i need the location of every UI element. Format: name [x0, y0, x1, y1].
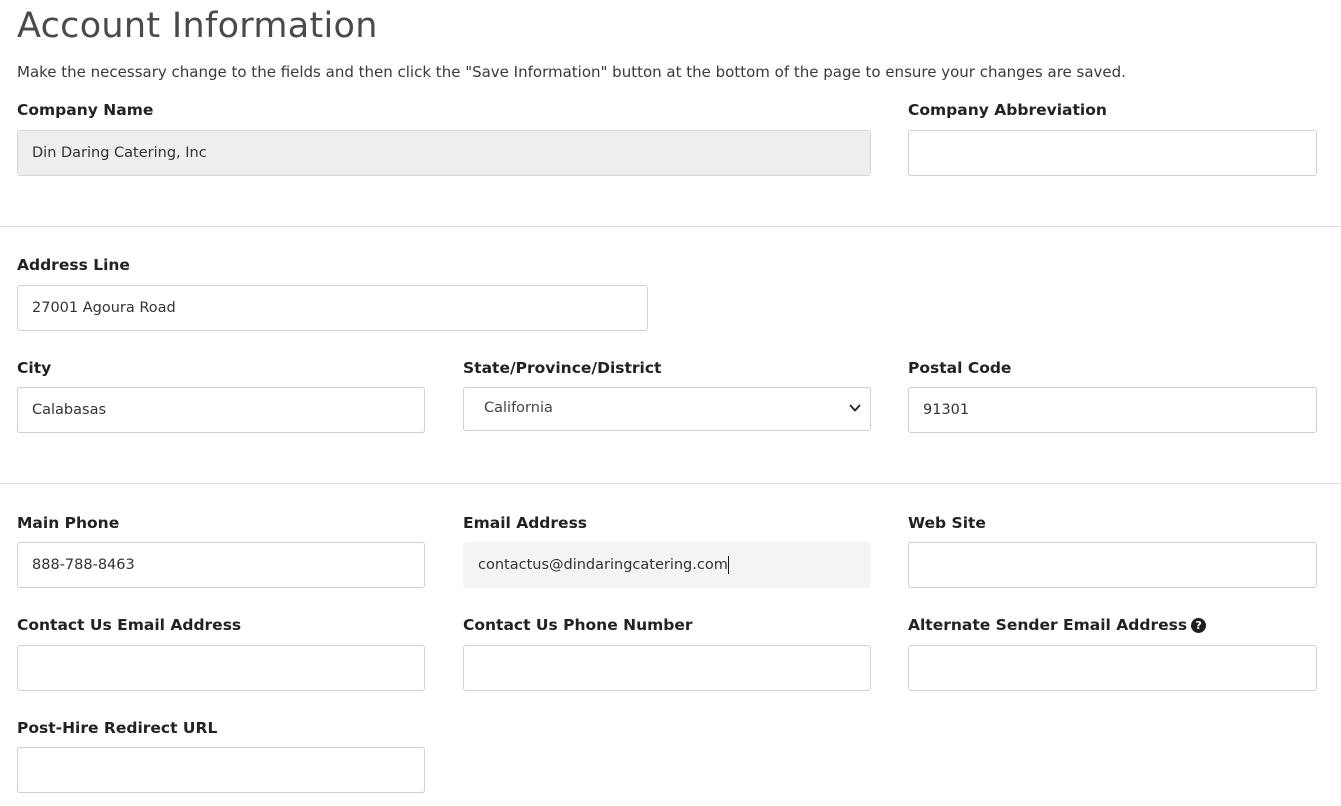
- question-circle-icon[interactable]: ?: [1191, 618, 1207, 633]
- alternate-sender-email-field[interactable]: [908, 645, 1317, 691]
- contact-us-email-field[interactable]: [17, 645, 425, 691]
- company-name-label: Company Name: [17, 101, 154, 119]
- chevron-down-icon: [849, 404, 861, 412]
- postal-code-label: Postal Code: [908, 359, 1012, 377]
- company-abbreviation-label: Company Abbreviation: [908, 101, 1107, 119]
- address-line-field[interactable]: [17, 285, 648, 331]
- main-phone-label: Main Phone: [17, 514, 120, 532]
- intro-text: Make the necessary change to the fields …: [17, 63, 1126, 81]
- email-address-label: Email Address: [463, 514, 588, 532]
- contact-us-phone-field[interactable]: [463, 645, 871, 691]
- address-line-label: Address Line: [17, 256, 130, 274]
- state-label: State/Province/District: [463, 359, 662, 377]
- email-address-field[interactable]: contactus@dindaringcatering.com: [463, 542, 871, 588]
- postal-code-field[interactable]: [908, 387, 1317, 433]
- section-divider: [0, 226, 1341, 227]
- text-cursor: [727, 556, 729, 574]
- city-label: City: [17, 359, 52, 377]
- website-field[interactable]: [908, 542, 1317, 588]
- email-address-value: contactus@dindaringcatering.com: [478, 557, 728, 573]
- state-select-value: California: [484, 400, 553, 416]
- contact-us-phone-label: Contact Us Phone Number: [463, 616, 693, 634]
- post-hire-redirect-label: Post-Hire Redirect URL: [17, 719, 218, 737]
- alternate-sender-email-label: Alternate Sender Email Address?: [908, 615, 1207, 635]
- page-title: Account Information: [17, 6, 378, 46]
- company-name-field[interactable]: [17, 130, 871, 176]
- section-divider: [0, 483, 1341, 484]
- post-hire-redirect-field[interactable]: [17, 747, 425, 793]
- main-phone-field[interactable]: [17, 542, 425, 588]
- alternate-sender-email-label-text: Alternate Sender Email Address: [908, 616, 1188, 634]
- contact-us-email-label: Contact Us Email Address: [17, 616, 242, 634]
- city-field[interactable]: [17, 387, 425, 433]
- company-abbreviation-field[interactable]: [908, 130, 1317, 176]
- state-select[interactable]: California: [463, 387, 871, 431]
- website-label: Web Site: [908, 514, 986, 532]
